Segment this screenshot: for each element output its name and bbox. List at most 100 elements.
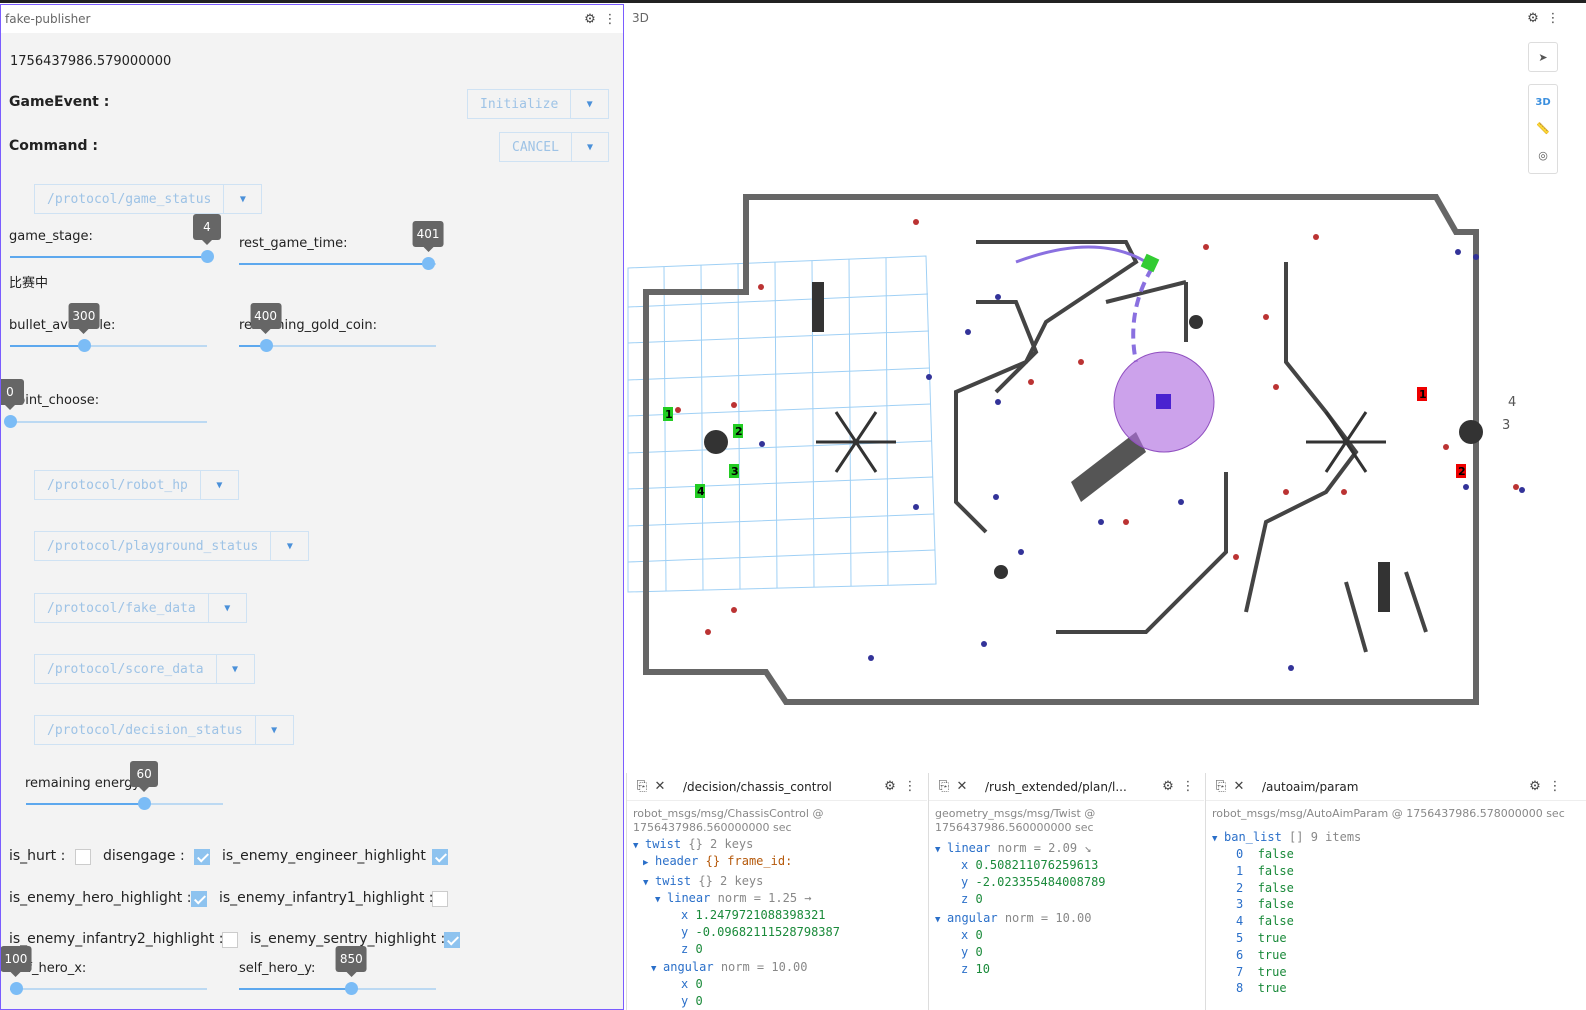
gear-icon[interactable]: ⚙ (1526, 778, 1544, 796)
meta: norm = 10.00 (720, 960, 808, 974)
tree-row: z 0 (961, 892, 983, 906)
tree-row[interactable]: ▼ linear norm = 2.09 ↘ (935, 840, 1092, 858)
slider-tooltip: 401 (412, 221, 444, 252)
message-meta: robot_msgs/msg/ChassisControl @175643798… (633, 807, 823, 835)
svg-text:4: 4 (697, 485, 705, 498)
rest-time-slider[interactable]: 401 (239, 221, 444, 270)
tree-row[interactable]: ▼ twist {} 2 keys (643, 873, 763, 891)
copy-icon[interactable]: ⎘ (935, 778, 953, 796)
tree-row: y 0 (961, 945, 983, 959)
ruler-icon[interactable]: 📏 (1536, 122, 1550, 135)
topic-robot-hp-button[interactable]: /protocol/robot_hp ▼ (34, 470, 239, 500)
panel-title: 3D (632, 11, 649, 25)
copy-icon[interactable]: ⎘ (1212, 778, 1230, 796)
energy-slider[interactable]: 60 (26, 761, 223, 810)
infantry2-highlight-checkbox[interactable] (222, 932, 238, 948)
more-icon[interactable]: ⋮ (601, 10, 619, 28)
hero-highlight-checkbox[interactable] (191, 891, 207, 907)
self-hero-y-label: self_hero_y: (239, 961, 316, 976)
list-item: 2 false (1236, 880, 1294, 896)
index: 6 (1236, 947, 1244, 962)
chevron-down-icon[interactable]: ▼ (570, 133, 608, 161)
self-hero-x-slider[interactable]: 100 (1, 946, 207, 995)
chevron-down-icon[interactable]: ▼ (270, 532, 308, 560)
value: true (1257, 947, 1287, 962)
more-icon[interactable]: ⋮ (901, 778, 919, 796)
more-icon[interactable]: ⋮ (1544, 9, 1562, 27)
more-icon[interactable]: ⋮ (1546, 778, 1564, 796)
chevron-down-icon[interactable]: ▼ (215, 655, 254, 683)
key: angular (947, 911, 998, 925)
chevron-down-icon[interactable]: ▼ (207, 594, 246, 622)
infantry1-highlight-label: is_enemy_infantry1_highlight : (219, 890, 434, 906)
topic-game-status-button[interactable]: /protocol/game_status ▼ (34, 184, 263, 214)
robot-marker (1156, 394, 1171, 409)
key: linear (667, 891, 711, 905)
list-item: 8 true (1236, 980, 1287, 996)
tree-row[interactable]: ▼ ban_list [] 9 items (1212, 829, 1361, 847)
value: 0 (695, 942, 703, 956)
topic-playground-status-button[interactable]: /protocol/playground_status ▼ (34, 531, 310, 561)
engineer-highlight-checkbox[interactable] (432, 849, 448, 865)
index: 4 (1236, 914, 1244, 929)
is-hurt-checkbox[interactable] (75, 849, 91, 865)
gear-icon[interactable]: ⚙ (881, 778, 899, 796)
select-tool-icon[interactable]: ➤ (1528, 42, 1558, 72)
sentry-highlight-checkbox[interactable] (444, 932, 460, 948)
goal-marker (1140, 253, 1160, 273)
collapse-icon[interactable]: ✕ (651, 778, 669, 796)
copy-icon[interactable]: ⎘ (633, 778, 651, 796)
tree-row[interactable]: ▼ linear norm = 1.25 → (655, 890, 812, 908)
game-event-select[interactable]: Initialize ▼ (467, 89, 609, 119)
tree-row[interactable]: ▶ header {} frame_id: (643, 853, 792, 871)
bullet-slider[interactable]: 300 (10, 303, 207, 352)
svg-text:2: 2 (1458, 465, 1466, 478)
gear-icon[interactable]: ⚙ (1159, 778, 1177, 796)
topic-title: /autoaim/param (1262, 779, 1359, 794)
list-item: 7 true (1236, 964, 1287, 980)
key: angular (663, 960, 714, 974)
disengage-checkbox[interactable] (194, 849, 210, 865)
tree-row[interactable]: ▼ angular norm = 10.00 (651, 959, 808, 977)
timestamp: 1756437986.579000000 (10, 54, 172, 69)
chevron-down-icon[interactable]: ▼ (223, 185, 261, 213)
gear-icon[interactable]: ⚙ (1524, 9, 1542, 27)
window-top-strip (0, 0, 1586, 3)
tree-row[interactable]: ▼ twist {} 2 keys (633, 836, 753, 854)
tree-row[interactable]: ▼ angular norm = 10.00 (935, 910, 1092, 928)
index: 1 (1236, 863, 1244, 878)
index: 7 (1236, 964, 1244, 979)
chevron-down-icon[interactable]: ▼ (570, 90, 608, 118)
target-icon[interactable]: ◎ (1538, 149, 1548, 162)
command-select[interactable]: CANCEL ▼ (499, 132, 609, 162)
collapse-icon[interactable]: ✕ (1230, 778, 1248, 796)
rest-time-label: rest_game_time: (239, 236, 348, 251)
list-item: 4 false (1236, 913, 1294, 929)
value: 1.2479721088398321 (695, 908, 826, 922)
point-choose-slider[interactable]: 0 (1, 379, 207, 428)
topic-score-data-button[interactable]: /protocol/score_data ▼ (34, 654, 255, 684)
raw-message-panel-autoaim: ⎘ ✕ /autoaim/param ⚙ ⋮ robot_msgs/msg/Au… (1205, 773, 1586, 1010)
topic-fake-data-button[interactable]: /protocol/fake_data ▼ (34, 593, 247, 623)
3d-mode-toggle[interactable]: 3D (1535, 97, 1550, 108)
value: false (1257, 897, 1294, 912)
more-icon[interactable]: ⋮ (1179, 778, 1197, 796)
list-item: 3 false (1236, 896, 1294, 912)
gold-slider[interactable]: 400 (239, 303, 436, 352)
chevron-down-icon[interactable]: ▼ (254, 716, 293, 744)
self-hero-y-slider[interactable]: 850 (239, 946, 436, 995)
topic-decision-status-button[interactable]: /protocol/decision_status ▼ (34, 715, 294, 745)
meta: norm = 10.00 (1004, 911, 1092, 925)
3d-map-view[interactable]: 1 2 3 4 1 2 3 4 (626, 32, 1586, 772)
command-label: Command : (9, 138, 98, 154)
dashed-path (1131, 266, 1154, 363)
infantry1-highlight-checkbox[interactable] (432, 891, 448, 907)
game-stage-slider[interactable]: 4 (10, 214, 221, 263)
slider-tooltip: 300 (68, 303, 100, 334)
meta: norm = 2.09 ↘ (997, 841, 1092, 855)
slider-tooltip: 850 (335, 946, 367, 977)
chevron-down-icon[interactable]: ▼ (199, 471, 238, 499)
gear-icon[interactable]: ⚙ (581, 10, 599, 28)
topic-title: /rush_extended/plan/l... (985, 779, 1127, 794)
collapse-icon[interactable]: ✕ (953, 778, 971, 796)
